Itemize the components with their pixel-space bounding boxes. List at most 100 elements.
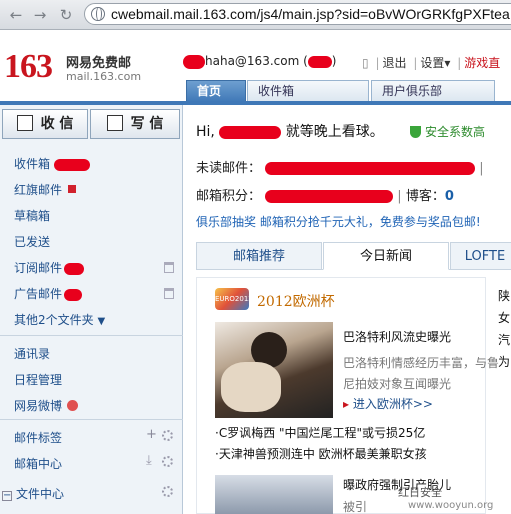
logout-link[interactable]: 退出 (382, 56, 406, 70)
folder-subscriptions[interactable]: 订阅邮件 (14, 259, 85, 276)
tab-inbox[interactable]: 收件箱 (247, 80, 369, 102)
url-text: cwebmail.mail.163.com/js4/main.jsp?sid=o… (111, 6, 510, 22)
redaction-mark (265, 162, 476, 175)
app-contacts[interactable]: 通讯录 (14, 345, 50, 362)
club-promo-link[interactable]: 俱乐部抽奖 邮箱积分抢千元大礼，免费参与奖品包邮! (196, 213, 481, 230)
divider: | (397, 189, 402, 204)
side-news-column[interactable]: 陕女汽为 (498, 285, 511, 373)
tab-user-club[interactable]: 用户俱乐部 (371, 80, 495, 102)
receive-label: 收 信 (40, 116, 74, 132)
news-content: EURO2012 2012欧洲杯 巴洛特利风流史曝光 巴洛特利情感经历丰富，与鲁… (196, 277, 499, 514)
paren-close: ) (331, 54, 337, 68)
points-label: 邮箱积分： (196, 189, 262, 204)
redaction-mark (53, 158, 90, 171)
news-photo[interactable] (215, 475, 333, 514)
trash-icon[interactable] (164, 288, 174, 299)
redaction-mark (64, 262, 85, 275)
tab-home[interactable]: 首页 (186, 80, 246, 102)
tab-label: 用户俱乐部 (382, 84, 443, 98)
folder-label: 收件箱 (14, 157, 51, 171)
watermark-site: www.wooyun.org (408, 500, 494, 511)
watermark: 红日安全 (398, 486, 442, 499)
receive-button[interactable]: 收 信 (2, 109, 88, 139)
folder-ads[interactable]: 广告邮件 (14, 285, 83, 302)
expand-arrow-icon: ▼ (97, 316, 106, 327)
news-bullet[interactable]: ·C罗讽梅西 "中国烂尾工程"或亏损25亿 (215, 424, 425, 441)
section-mail-tags[interactable]: 邮件标签 (14, 429, 62, 446)
gear-icon[interactable] (162, 430, 173, 441)
games-link[interactable]: 游戏直 (464, 56, 500, 70)
arrow-icon: ▸ (343, 397, 350, 411)
safety-status[interactable]: 安全系数高 (410, 123, 485, 140)
gear-icon[interactable] (162, 456, 173, 467)
redaction-mark (183, 54, 205, 69)
unread-label: 未读邮件： (196, 161, 262, 176)
section-file-center[interactable]: − 文件中心 (2, 485, 64, 502)
euro-title[interactable]: 2012欧洲杯 (257, 291, 335, 311)
news-tabs: 邮箱推荐 今日新闻 LOFTE (196, 242, 511, 270)
app-weibo[interactable]: 网易微博 (14, 397, 79, 414)
user-account[interactable]: haha@163.com () (183, 54, 336, 69)
collapse-icon[interactable]: − (2, 491, 12, 501)
tab-lofter[interactable]: LOFTE (450, 242, 511, 270)
tab-label: 首页 (197, 84, 222, 98)
folder-label: 已发送 (14, 235, 51, 249)
section-label: 邮箱中心 (14, 457, 63, 471)
phone-icon[interactable]: ▯ (362, 56, 369, 70)
redaction-mark (219, 125, 282, 139)
greeting-message: 就等晚上看球。 (285, 124, 384, 140)
tab-bar: 首页 收件箱 用户俱乐部 (186, 80, 511, 102)
section-mailbox-center[interactable]: 邮箱中心 (14, 455, 62, 472)
folder-sent[interactable]: 已发送 (14, 233, 50, 250)
safety-text: 安全系数高 (425, 125, 486, 139)
app-calendar[interactable]: 日程管理 (14, 371, 62, 388)
trash-icon[interactable] (164, 262, 174, 273)
main-panel: Hi, 就等晚上看球。 安全系数高 未读邮件： | 邮箱积分： | 博客：0 俱… (186, 105, 511, 514)
more-label: 进入欧洲杯>> (352, 397, 433, 411)
red-flag-icon (68, 185, 77, 193)
euro2012-logo: EURO2012 (215, 288, 253, 310)
globe-icon (91, 7, 105, 21)
download-icon[interactable]: ⤓ (146, 453, 152, 468)
reload-icon[interactable]: ↻ (58, 7, 74, 23)
gear-icon[interactable] (162, 486, 173, 497)
shield-icon (410, 126, 421, 138)
folder-drafts[interactable]: 草稿箱 (14, 207, 50, 224)
forward-arrow-icon[interactable]: → (32, 7, 48, 23)
section-label: 文件中心 (16, 487, 65, 501)
folder-label: 红旗邮件 (14, 183, 63, 197)
folder-flagged[interactable]: 红旗邮件 (14, 181, 77, 198)
euro-more-link[interactable]: ▸ 进入欧洲杯>> (343, 395, 433, 412)
back-arrow-icon[interactable]: ← (8, 7, 24, 23)
points-row: 邮箱积分： | 博客：0 (196, 185, 454, 204)
greeting-hi: Hi, (196, 124, 215, 140)
unread-row: 未读邮件： | (196, 157, 484, 176)
news-headline[interactable]: 巴洛特利风流史曝光 (343, 328, 451, 345)
compose-button[interactable]: 写 信 (90, 109, 180, 139)
top-links: ▯ | 退出 | 设置▾ | 游戏直 (362, 56, 501, 70)
browser-toolbar: ← → ↻ cwebmail.mail.163.com/js4/main.jsp… (0, 0, 511, 30)
settings-dropdown-icon[interactable]: ▾ (444, 56, 450, 70)
address-bar[interactable]: cwebmail.mail.163.com/js4/main.jsp?sid=o… (84, 3, 511, 25)
folder-label: 草稿箱 (14, 209, 51, 223)
folder-inbox[interactable]: 收件箱 (14, 155, 90, 172)
weibo-icon (67, 400, 79, 411)
app-label: 日程管理 (14, 373, 63, 387)
blog-count[interactable]: 0 (445, 189, 454, 204)
news-summary: 巴洛特利情感经历丰富，与鲁尼拍妓对象互闻曝光 (343, 356, 500, 391)
greeting: Hi, 就等晚上看球。 (196, 121, 384, 141)
tab-mail-recommend[interactable]: 邮箱推荐 (196, 242, 322, 270)
folder-label: 订阅邮件 (14, 261, 63, 275)
download-icon (16, 115, 33, 131)
folder-label: 广告邮件 (14, 287, 63, 301)
tab-label: 收件箱 (258, 84, 295, 98)
divider (0, 419, 183, 420)
news-bullet[interactable]: ·天津神兽预测连中 欧洲杯最美兼职女孩 (215, 445, 427, 462)
logo-163[interactable]: 163 (4, 48, 53, 86)
tab-today-news[interactable]: 今日新闻 (323, 242, 449, 270)
add-icon[interactable]: + (146, 427, 157, 442)
settings-link[interactable]: 设置 (420, 56, 444, 70)
folder-others[interactable]: 其他2个文件夹 ▼ (14, 311, 105, 328)
browser-window: ← → ↻ cwebmail.mail.163.com/js4/main.jsp… (0, 0, 511, 514)
news-photo[interactable] (215, 322, 333, 418)
